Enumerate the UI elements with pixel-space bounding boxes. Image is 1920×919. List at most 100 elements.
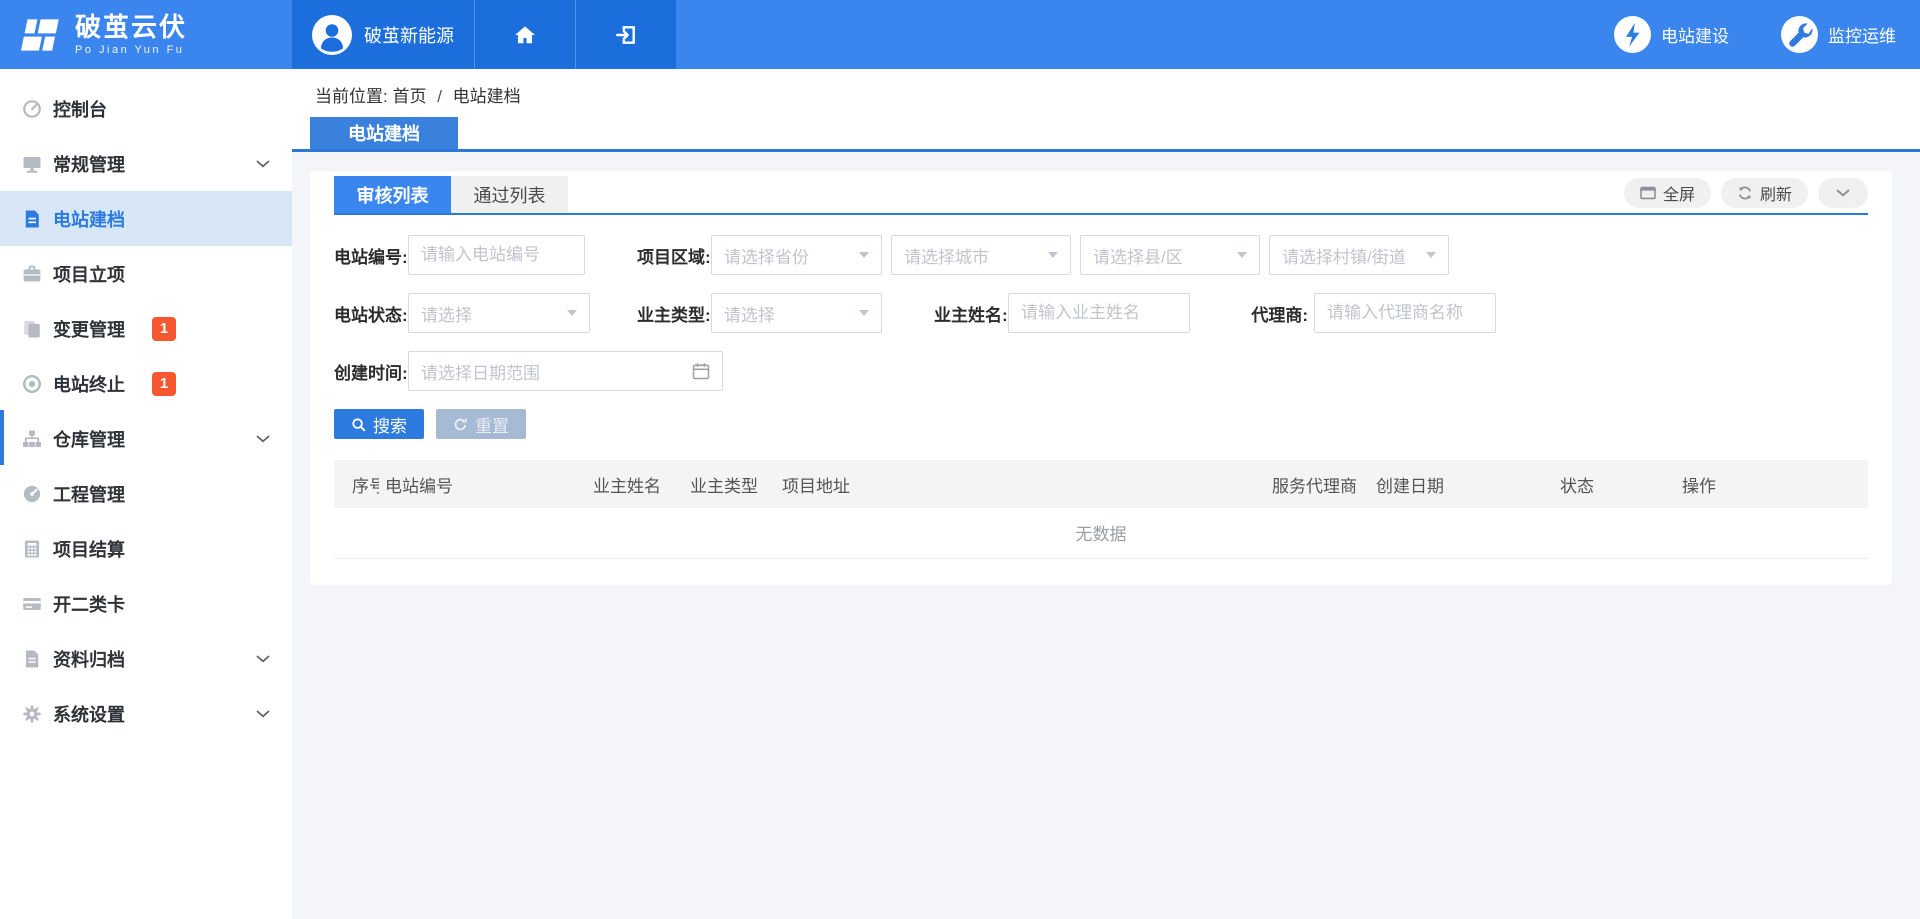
date-range-placeholder: 请选择日期范围 (421, 359, 540, 384)
filter-actions: 搜索 重置 (334, 409, 1868, 439)
breadcrumb-bar: 当前位置: 首页 / 电站建档 电站建档 (292, 69, 1920, 152)
notification-badge: 1 (152, 317, 176, 341)
sidebar-item-data-archive[interactable]: 资料归档 (0, 631, 292, 686)
topbar-spacer (676, 0, 1614, 69)
column-header-status: 状态 (1554, 460, 1676, 508)
sidebar-item-project-settlement[interactable]: 项目结算 (0, 521, 292, 576)
refresh-icon (1737, 185, 1753, 201)
owner-name-input[interactable] (1008, 293, 1190, 333)
module-monitor-ops[interactable]: 监控运维 (1781, 16, 1896, 53)
sidebar-item-label: 变更管理 (53, 316, 125, 342)
table-header-row: 序号 电站编号 业主姓名 业主类型 项目地址 服务代理商 创建日期 状态 操作 (334, 460, 1868, 508)
province-select[interactable]: 请选择省份 (711, 235, 882, 275)
home-button[interactable] (474, 0, 575, 69)
tab-review-list[interactable]: 审核列表 (334, 176, 451, 213)
reset-button[interactable]: 重置 (436, 409, 526, 439)
topbar-actions: 破茧新能源 (292, 0, 676, 69)
list-tabs: 审核列表 通过列表 (334, 176, 568, 213)
gauge-icon (22, 484, 42, 504)
region-label: 项目区域: (637, 243, 705, 268)
sidebar: 控制台 常规管理 电站建档 (0, 69, 292, 919)
sidebar-item-open-type2-card[interactable]: 开二类卡 (0, 576, 292, 631)
signin-button[interactable] (575, 0, 676, 69)
column-header-operations: 操作 (1676, 460, 1868, 508)
empty-state: 无数据 (334, 508, 1868, 558)
module-station-build[interactable]: 电站建设 (1614, 16, 1729, 53)
company-name: 破茧新能源 (364, 22, 454, 48)
sidebar-scrollbar-thumb[interactable] (0, 410, 4, 465)
sidebar-item-label: 电站终止 (53, 371, 125, 397)
chevron-down-icon (1836, 189, 1850, 197)
station-status-label: 电站状态: (334, 301, 402, 326)
column-header-owner-type: 业主类型 (684, 460, 776, 508)
sidebar-item-engineering-mgmt[interactable]: 工程管理 (0, 466, 292, 521)
content-area: 审核列表 通过列表 全屏 (292, 152, 1920, 919)
breadcrumb: 当前位置: 首页 / 电站建档 (315, 82, 521, 107)
county-select[interactable]: 请选择县/区 (1080, 235, 1260, 275)
sidebar-item-project-initiation[interactable]: 项目立项 (0, 246, 292, 301)
chevron-down-icon (256, 160, 270, 168)
select-arrow-icon (1426, 252, 1436, 258)
top-bar: 破茧云伏 Po Jian Yun Fu 破茧新能源 (0, 0, 1920, 69)
filter-row-1: 电站编号: 项目区域: 请选择省份 请选择城市 请选择县/区 (334, 235, 1868, 275)
user-menu[interactable]: 破茧新能源 (292, 0, 474, 69)
breadcrumb-home-link[interactable]: 首页 (392, 87, 426, 106)
station-no-input[interactable] (408, 235, 585, 275)
module-switcher: 电站建设 监控运维 (1614, 0, 1920, 69)
select-arrow-icon (1048, 252, 1058, 258)
search-button[interactable]: 搜索 (334, 409, 424, 439)
select-placeholder: 请选择 (724, 301, 775, 326)
column-header-create-date: 创建日期 (1370, 460, 1554, 508)
page-tab-station-archive[interactable]: 电站建档 (310, 117, 458, 149)
sidebar-item-system-settings[interactable]: 系统设置 (0, 686, 292, 741)
sidebar-item-label: 电站建档 (53, 206, 125, 232)
select-placeholder: 请选择 (421, 301, 472, 326)
owner-type-select[interactable]: 请选择 (711, 293, 882, 333)
column-header-service-agent: 服务代理商 (1266, 460, 1370, 508)
filter-row-2: 电站状态: 请选择 业主类型: 请选择 业主姓名: 代理商: (334, 293, 1868, 333)
station-status-select[interactable]: 请选择 (408, 293, 590, 333)
chevron-down-icon (256, 710, 270, 718)
city-select[interactable]: 请选择城市 (891, 235, 1071, 275)
chevron-down-icon (256, 435, 270, 443)
column-header-project-address: 项目地址 (776, 460, 1266, 508)
monitor-icon (22, 154, 42, 174)
sidebar-item-label: 工程管理 (53, 481, 125, 507)
select-placeholder: 请选择省份 (724, 243, 809, 268)
sidebar-item-warehouse-mgmt[interactable]: 仓库管理 (0, 411, 292, 466)
sidebar-item-label: 控制台 (53, 96, 107, 122)
module-label: 电站建设 (1661, 22, 1729, 47)
agent-input[interactable] (1314, 293, 1496, 333)
town-select[interactable]: 请选择村镇/街道 (1269, 235, 1449, 275)
dashboard-icon (22, 99, 42, 119)
sidebar-item-console[interactable]: 控制台 (0, 81, 292, 136)
sidebar-item-station-archive[interactable]: 电站建档 (0, 191, 292, 246)
collapse-button[interactable] (1818, 178, 1868, 208)
select-placeholder: 请选择村镇/街道 (1282, 243, 1406, 268)
panel-header: 审核列表 通过列表 全屏 (334, 176, 1868, 215)
column-header-station-no: 电站编号 (379, 460, 587, 508)
fullscreen-button[interactable]: 全屏 (1624, 178, 1711, 208)
sidebar-item-station-terminate[interactable]: 电站终止 1 (0, 356, 292, 411)
select-placeholder: 请选择县/区 (1093, 243, 1183, 268)
breadcrumb-prefix: 当前位置: (315, 87, 388, 106)
avatar (312, 15, 352, 55)
date-range-input[interactable]: 请选择日期范围 (408, 351, 723, 391)
refresh-button[interactable]: 刷新 (1721, 178, 1808, 208)
breadcrumb-current: 电站建档 (453, 87, 521, 106)
select-arrow-icon (859, 310, 869, 316)
wrench-icon (1781, 16, 1818, 53)
tab-passed-list[interactable]: 通过列表 (451, 176, 568, 213)
briefcase-icon (22, 264, 42, 284)
panel-toolbar: 全屏 刷新 (1624, 178, 1868, 208)
sidebar-item-general-mgmt[interactable]: 常规管理 (0, 136, 292, 191)
select-placeholder: 请选择城市 (904, 243, 989, 268)
station-no-label: 电站编号: (334, 243, 402, 268)
sidebar-item-change-mgmt[interactable]: 变更管理 1 (0, 301, 292, 356)
lightning-icon (1614, 16, 1651, 53)
select-arrow-icon (567, 310, 577, 316)
select-arrow-icon (1237, 252, 1247, 258)
results-table: 序号 电站编号 业主姓名 业主类型 项目地址 服务代理商 创建日期 状态 操作 (334, 460, 1868, 559)
calculator-icon (22, 539, 42, 559)
create-time-label: 创建时间: (334, 359, 402, 384)
